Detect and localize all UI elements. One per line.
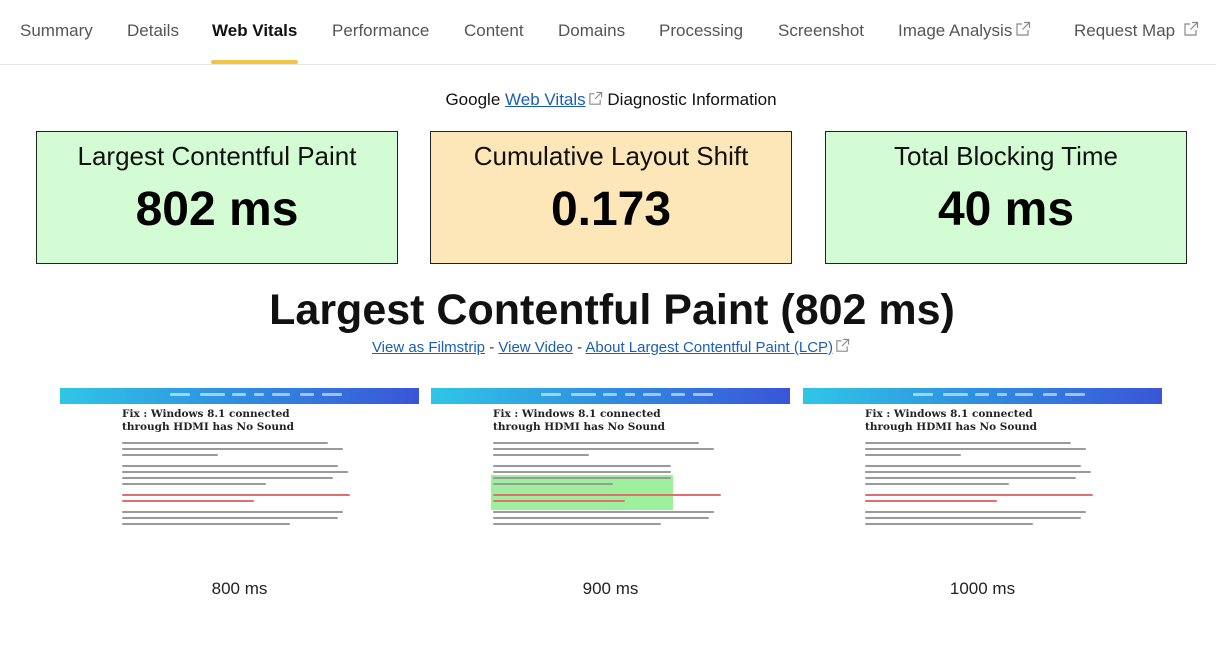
frame-article-title: Fix : Windows 8.1 connected through HDMI… xyxy=(493,408,665,433)
view-video-link[interactable]: View Video xyxy=(498,339,573,356)
tab-web-vitals[interactable]: Web Vitals xyxy=(212,21,297,41)
tab-summary[interactable]: Summary xyxy=(20,21,93,41)
frame-time-label: 900 ms xyxy=(582,579,639,598)
external-link-icon xyxy=(836,338,850,352)
link-separator: - xyxy=(577,339,583,356)
frame-article-title: Fix : Windows 8.1 connected through HDMI… xyxy=(122,408,294,433)
frame-site-navbar xyxy=(60,388,419,404)
frame-time-label: 1000 ms xyxy=(949,579,1016,598)
diagnostic-heading: Google Web Vitals Diagnostic Information xyxy=(0,90,1216,110)
tab-image-analysis-label: Image Analysis xyxy=(898,21,1013,40)
external-link-icon xyxy=(1184,21,1199,36)
metric-value: 802 ms xyxy=(135,183,299,236)
filmstrip-frame[interactable]: Fix : Windows 8.1 connected through HDMI… xyxy=(431,388,790,570)
active-tab-indicator xyxy=(211,60,298,64)
frame-time-label: 800 ms xyxy=(211,579,268,598)
about-lcp-link[interactable]: About Largest Contentful Paint (LCP) xyxy=(585,339,833,356)
metric-label: Total Blocking Time xyxy=(894,141,1118,171)
metric-tbt: Total Blocking Time 40 ms xyxy=(825,131,1187,264)
frame-site-navbar xyxy=(803,388,1162,404)
diagnostic-prefix: Google xyxy=(445,90,501,109)
metric-label: Largest Contentful Paint xyxy=(77,141,357,171)
tab-processing[interactable]: Processing xyxy=(659,21,743,41)
metric-label: Cumulative Layout Shift xyxy=(473,141,749,171)
frame-article-text xyxy=(122,442,362,529)
tab-image-analysis[interactable]: Image Analysis xyxy=(898,21,1031,41)
metric-lcp: Largest Contentful Paint 802 ms xyxy=(36,131,398,264)
filmstrip-frame[interactable]: Fix : Windows 8.1 connected through HDMI… xyxy=(803,388,1162,570)
tab-details[interactable]: Details xyxy=(127,21,179,41)
view-filmstrip-link[interactable]: View as Filmstrip xyxy=(372,339,485,356)
frame-article-text xyxy=(865,442,1105,529)
tab-request-map[interactable]: Request Map xyxy=(1074,21,1199,41)
metric-value: 40 ms xyxy=(937,183,1075,236)
external-link-icon xyxy=(588,91,602,105)
tab-content[interactable]: Content xyxy=(464,21,524,41)
metric-cls: Cumulative Layout Shift 0.173 xyxy=(430,131,792,264)
tab-performance[interactable]: Performance xyxy=(332,21,429,41)
tab-domains[interactable]: Domains xyxy=(558,21,625,41)
web-vitals-link[interactable]: Web Vitals xyxy=(505,90,586,109)
link-separator: - xyxy=(489,339,495,356)
lcp-links: View as Filmstrip - View Video - About L… xyxy=(0,338,1216,356)
filmstrip-frame[interactable]: Fix : Windows 8.1 connected through HDMI… xyxy=(60,388,419,570)
tab-request-map-label: Request Map xyxy=(1074,21,1176,40)
diagnostic-suffix: Diagnostic Information xyxy=(607,90,777,109)
frame-article-text xyxy=(493,442,733,529)
tab-screenshot[interactable]: Screenshot xyxy=(778,21,864,41)
external-link-icon xyxy=(1016,21,1031,36)
metric-value: 0.173 xyxy=(550,183,672,236)
frame-article-title: Fix : Windows 8.1 connected through HDMI… xyxy=(865,408,1037,433)
tab-bar: Summary Details Web Vitals Performance C… xyxy=(0,0,1216,65)
lcp-section-title: Largest Contentful Paint (802 ms) xyxy=(269,286,955,334)
frame-site-navbar xyxy=(431,388,790,404)
